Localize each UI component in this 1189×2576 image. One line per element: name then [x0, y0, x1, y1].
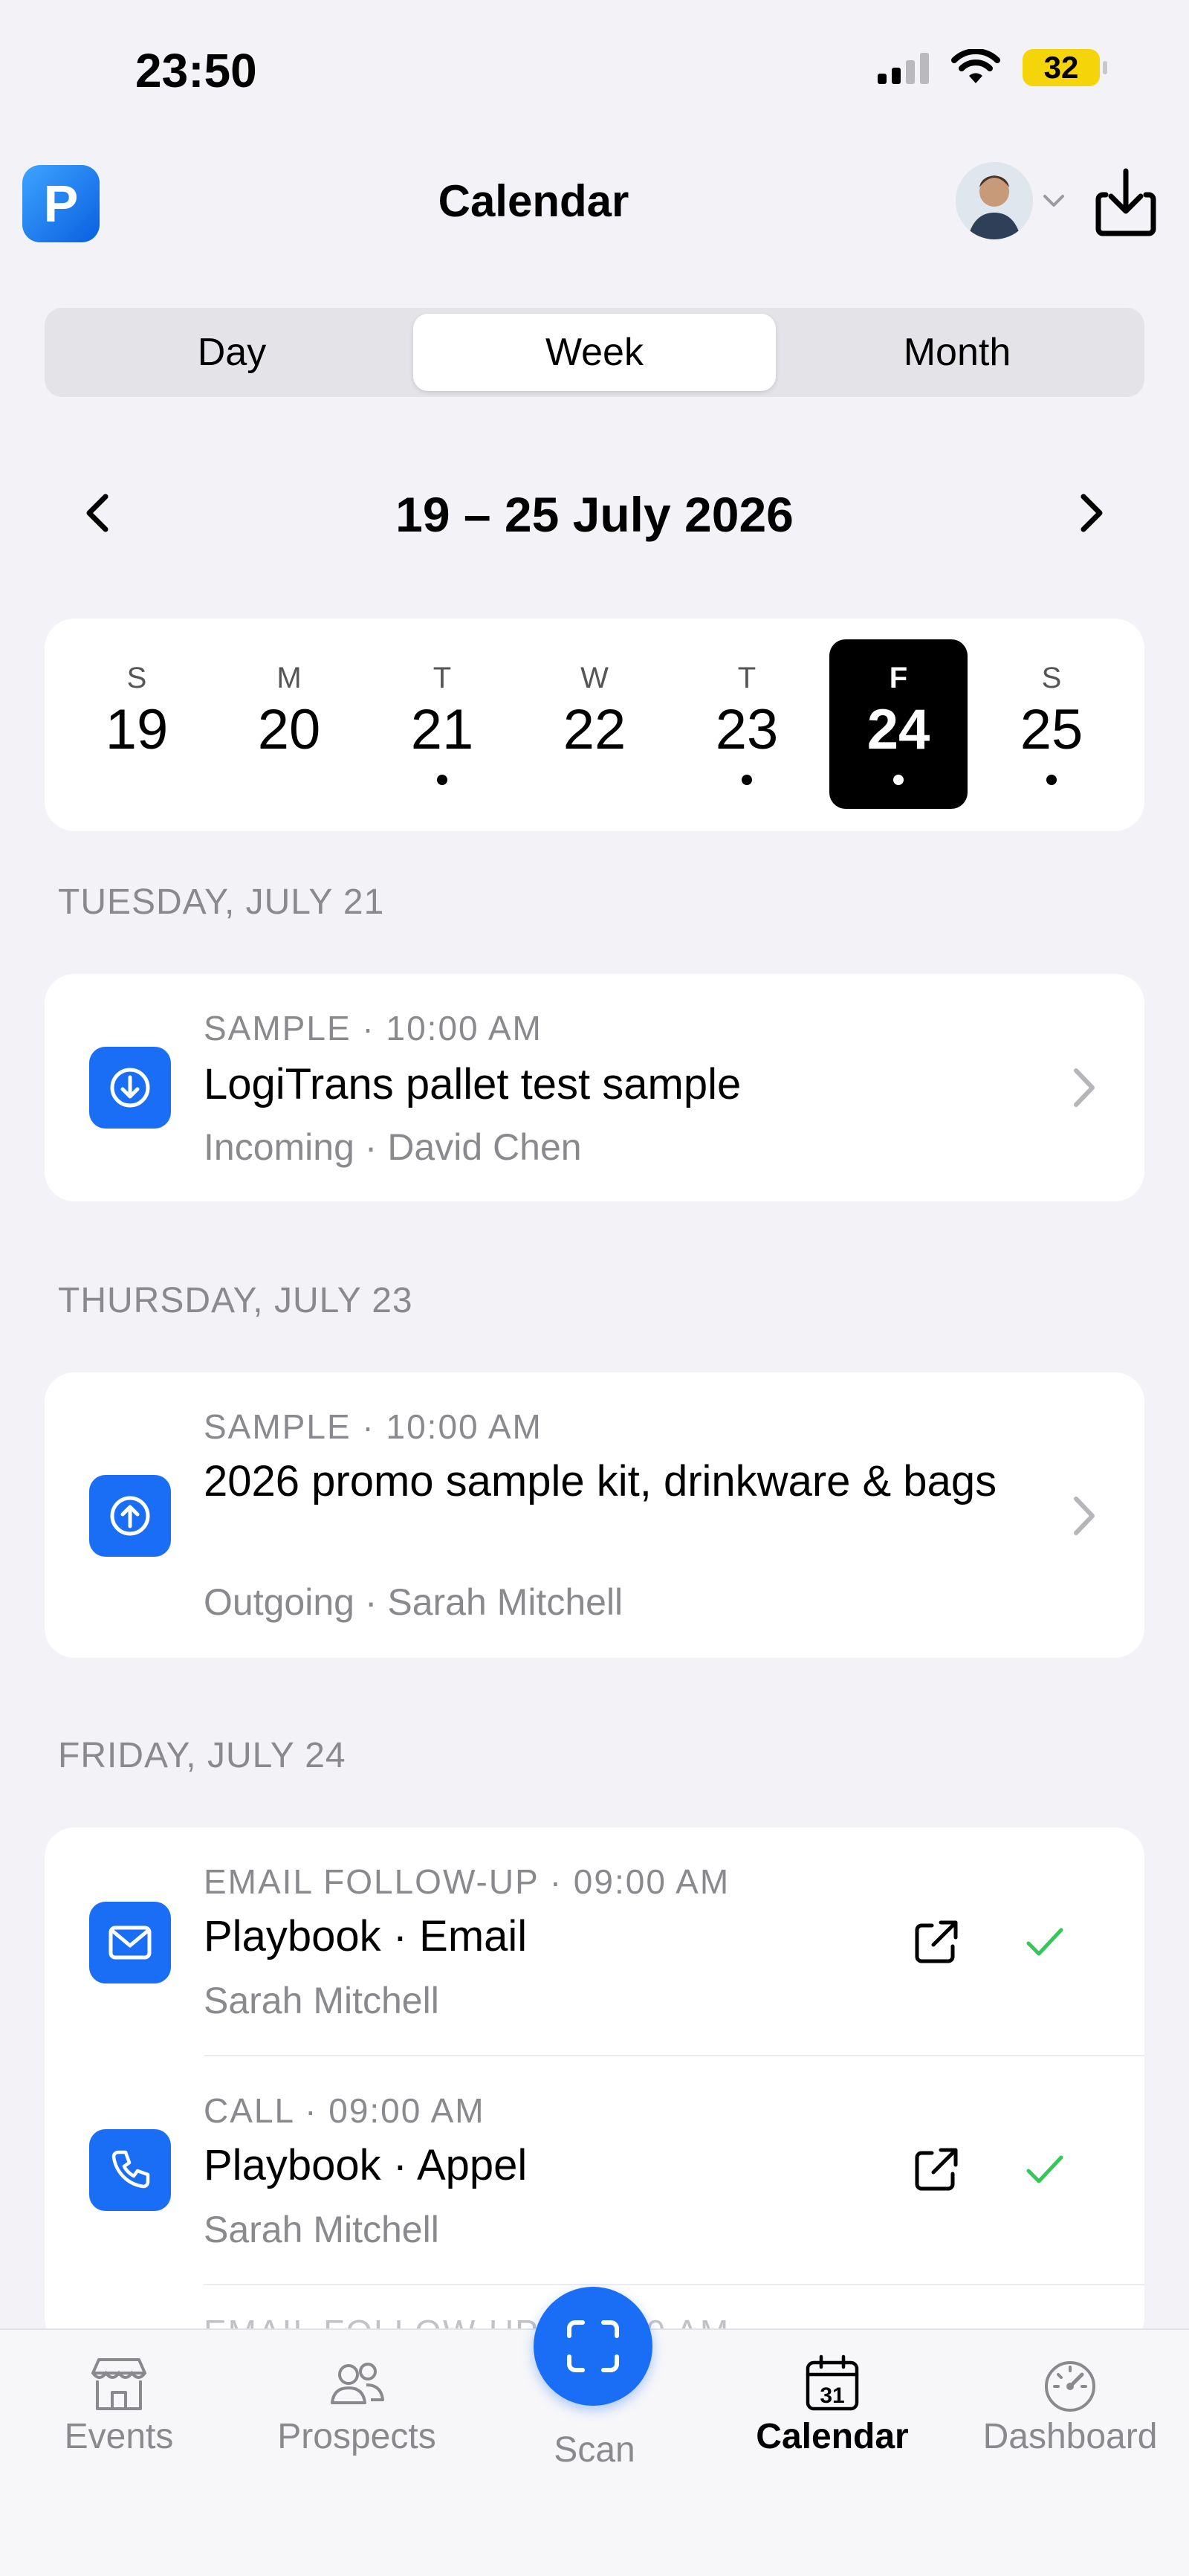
account-menu[interactable] — [956, 162, 1066, 239]
phone-icon — [89, 2129, 171, 2211]
event-card: EMAIL FOLLOW-UP · 09:00 AM Playbook · Em… — [45, 1827, 1144, 2348]
day-letter: T — [737, 662, 757, 694]
view-day-button[interactable]: Day — [51, 314, 413, 391]
event-subtitle: Outgoing · Sarah Mitchell — [204, 1581, 623, 1623]
section-header: TUESDAY, JULY 21 — [58, 882, 385, 922]
storefront-icon — [91, 2358, 146, 2410]
chevron-right-icon — [1074, 1497, 1095, 1535]
event-indicator-dot — [893, 775, 904, 785]
day-number: 21 — [410, 698, 474, 761]
event-row[interactable]: SAMPLE · 10:00 AM 2026 promo sample kit,… — [45, 1372, 1144, 1658]
battery-indicator: 32 — [1023, 49, 1107, 86]
day-letter: W — [580, 662, 609, 694]
tab-dashboard[interactable]: Dashboard — [951, 2330, 1189, 2493]
day-number: 25 — [1020, 698, 1083, 761]
event-title: LogiTrans pallet test sample — [204, 1060, 742, 1108]
event-indicator-dot — [742, 775, 752, 785]
day-letter: S — [1041, 662, 1062, 694]
event-subtitle: Sarah Mitchell — [204, 1980, 439, 2021]
event-indicator-dot — [437, 775, 447, 785]
tab-label: Dashboard — [982, 2417, 1158, 2456]
day-letter: T — [432, 662, 452, 694]
row-divider — [204, 2284, 1144, 2285]
avatar — [956, 162, 1033, 239]
event-title: 2026 promo sample kit, drinkware & bags — [204, 1457, 997, 1505]
page-title: Calendar — [438, 176, 629, 226]
cellular-signal-icon — [878, 51, 929, 84]
wifi-icon — [951, 49, 1000, 83]
week-navigation: 19 – 25 July 2026 — [0, 476, 1189, 550]
event-row[interactable]: EMAIL FOLLOW-UP · 09:00 AM Playbook · Em… — [45, 1827, 1144, 2055]
tab-label-scan: Scan — [554, 2430, 635, 2470]
event-subtitle: Incoming · David Chen — [204, 1126, 582, 1168]
week-day-strip: S 19 M 20 T 21 W 22 T 23 F 24 S 25 — [45, 619, 1144, 831]
event-meta: SAMPLE · 10:00 AM — [204, 1407, 542, 1446]
day-cell[interactable]: W 22 — [525, 619, 664, 831]
calendar-icon: 31 — [806, 2354, 859, 2411]
scan-button[interactable] — [534, 2287, 652, 2406]
day-cell[interactable]: T 23 — [678, 619, 816, 831]
day-number: 20 — [257, 698, 321, 761]
tab-events[interactable]: Events — [0, 2330, 238, 2493]
tab-label: Calendar — [756, 2417, 909, 2456]
tab-prospects[interactable]: Prospects — [238, 2330, 476, 2493]
gauge-icon — [1045, 2361, 1095, 2412]
day-letter: S — [126, 662, 147, 694]
view-month-button[interactable]: Month — [776, 314, 1138, 391]
svg-text:31: 31 — [820, 2383, 844, 2408]
event-meta: EMAIL FOLLOW-UP · 09:00 AM — [204, 1862, 730, 1901]
event-card[interactable]: SAMPLE · 10:00 AM LogiTrans pallet test … — [45, 974, 1144, 1201]
day-cell[interactable]: S 25 — [982, 619, 1121, 831]
people-icon — [331, 2363, 384, 2404]
incoming-arrow-icon — [89, 1047, 171, 1129]
day-cell[interactable]: S 19 — [68, 619, 206, 831]
tab-label: Prospects — [277, 2417, 436, 2456]
view-week-button[interactable]: Week — [413, 314, 776, 391]
view-toggle: Day Week Month — [45, 308, 1144, 397]
event-indicator-dot — [1046, 775, 1057, 785]
checkmark-icon[interactable] — [1015, 1912, 1075, 1972]
envelope-icon — [89, 1902, 171, 1983]
event-subtitle: Sarah Mitchell — [204, 2209, 439, 2250]
day-number: 23 — [715, 698, 779, 761]
day-letter: M — [276, 662, 302, 694]
day-number: 19 — [105, 698, 169, 761]
day-number: 24 — [866, 698, 930, 761]
status-indicators: 32 — [878, 49, 1107, 86]
event-row[interactable]: CALL · 09:00 AM Playbook · Appel Sarah M… — [45, 2056, 1144, 2284]
scan-icon — [567, 2320, 619, 2372]
day-cell-selected[interactable]: F 24 — [829, 619, 968, 831]
next-week-chevron-icon[interactable] — [1061, 483, 1121, 543]
previous-week-chevron-icon[interactable] — [68, 483, 128, 543]
status-time: 23:50 — [135, 44, 257, 97]
day-number: 22 — [563, 698, 626, 761]
event-meta: SAMPLE · 10:00 AM — [204, 1009, 542, 1047]
day-letter: F — [889, 662, 908, 694]
open-external-icon[interactable] — [907, 1912, 966, 1972]
section-header: THURSDAY, JULY 23 — [58, 1281, 413, 1320]
outgoing-arrow-icon — [89, 1475, 171, 1557]
event-card[interactable]: SAMPLE · 10:00 AM 2026 promo sample kit,… — [45, 1372, 1144, 1658]
event-meta: CALL · 09:00 AM — [204, 2091, 485, 2130]
section-header: FRIDAY, JULY 24 — [58, 1736, 346, 1775]
chevron-down-icon — [1043, 195, 1064, 207]
checkmark-icon[interactable] — [1015, 2140, 1075, 2199]
download-icon[interactable] — [1092, 165, 1159, 239]
event-row[interactable]: SAMPLE · 10:00 AM LogiTrans pallet test … — [45, 974, 1144, 1201]
week-range-label: 19 – 25 July 2026 — [395, 487, 794, 542]
day-cell[interactable]: T 21 — [373, 619, 511, 831]
tab-label: Events — [64, 2417, 174, 2456]
chevron-right-icon — [1074, 1068, 1095, 1107]
open-external-icon[interactable] — [907, 2140, 966, 2199]
day-cell[interactable]: M 20 — [220, 619, 358, 831]
tab-calendar[interactable]: 31 Calendar — [713, 2330, 951, 2493]
